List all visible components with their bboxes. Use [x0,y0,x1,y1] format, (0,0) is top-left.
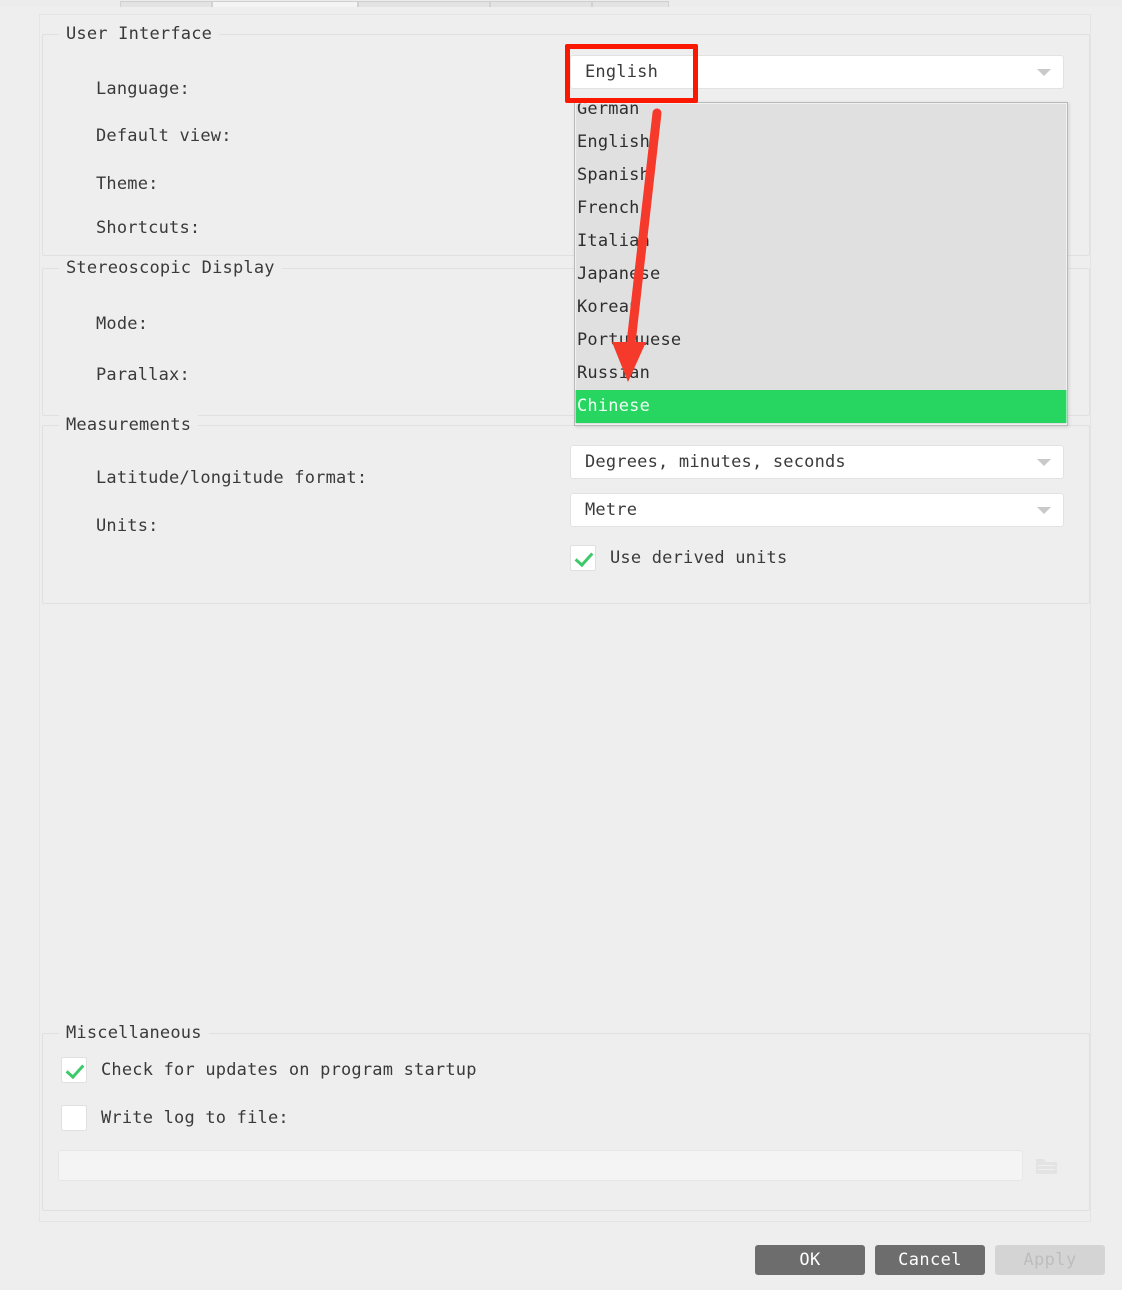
group-title-user-interface: User Interface [59,24,220,44]
dropdown-option-russian[interactable]: Russian [575,357,1067,390]
chevron-down-icon [1037,69,1051,76]
label-latlon-format: Latitude/longitude format: [96,468,368,488]
dropdown-option-italian[interactable]: Italian [575,225,1067,258]
dropdown-option-portuguese[interactable]: Portuguese [575,324,1067,357]
latlon-format-combobox[interactable]: Degrees, minutes, seconds [570,445,1064,479]
latlon-format-value: Degrees, minutes, seconds [585,452,846,472]
use-derived-units-row[interactable]: Use derived units [570,545,787,571]
use-derived-units-label: Use derived units [610,548,788,568]
label-theme: Theme: [96,174,159,194]
preferences-dialog: User Interface Language: Default view: T… [0,7,1122,1290]
label-mode: Mode: [96,314,149,334]
language-dropdown-list[interactable]: German English Spanish French Italian Ja… [574,102,1068,426]
check-updates-label: Check for updates on program startup [101,1060,477,1080]
label-parallax: Parallax: [96,365,190,385]
browse-log-path-button[interactable] [1028,1150,1066,1181]
label-shortcuts: Shortcuts: [96,218,201,238]
group-title-measurements: Measurements [59,415,199,435]
write-log-checkbox[interactable] [61,1105,87,1131]
group-title-miscellaneous: Miscellaneous [59,1023,209,1043]
dropdown-option-chinese[interactable]: Chinese [575,390,1067,423]
dropdown-option-korean[interactable]: Korean [575,291,1067,324]
group-title-stereoscopic-display: Stereoscopic Display [59,258,282,278]
label-default-view: Default view: [96,126,232,146]
dropdown-option-english[interactable]: English [575,126,1067,159]
chevron-down-icon [1037,459,1051,466]
language-combobox-value: English [585,62,659,82]
ok-button[interactable]: OK [755,1245,865,1275]
use-derived-units-checkbox[interactable] [570,545,596,571]
units-combobox[interactable]: Metre [570,493,1064,527]
language-combobox[interactable]: English [570,55,1064,89]
log-path-input[interactable] [58,1150,1023,1181]
folder-icon [1036,1159,1057,1174]
check-updates-checkbox[interactable] [61,1057,87,1083]
label-units: Units: [96,516,159,536]
cancel-button[interactable]: Cancel [875,1245,985,1275]
apply-button[interactable]: Apply [995,1245,1105,1275]
dropdown-option-spanish[interactable]: Spanish [575,159,1067,192]
write-log-label: Write log to file: [101,1108,289,1128]
units-value: Metre [585,500,638,520]
dropdown-option-french[interactable]: French [575,192,1067,225]
write-log-row[interactable]: Write log to file: [61,1105,289,1131]
dropdown-option-german[interactable]: German [575,103,1067,126]
dropdown-option-japanese[interactable]: Japanese [575,258,1067,291]
chevron-down-icon [1037,507,1051,514]
check-updates-row[interactable]: Check for updates on program startup [61,1057,477,1083]
label-language: Language: [96,79,190,99]
